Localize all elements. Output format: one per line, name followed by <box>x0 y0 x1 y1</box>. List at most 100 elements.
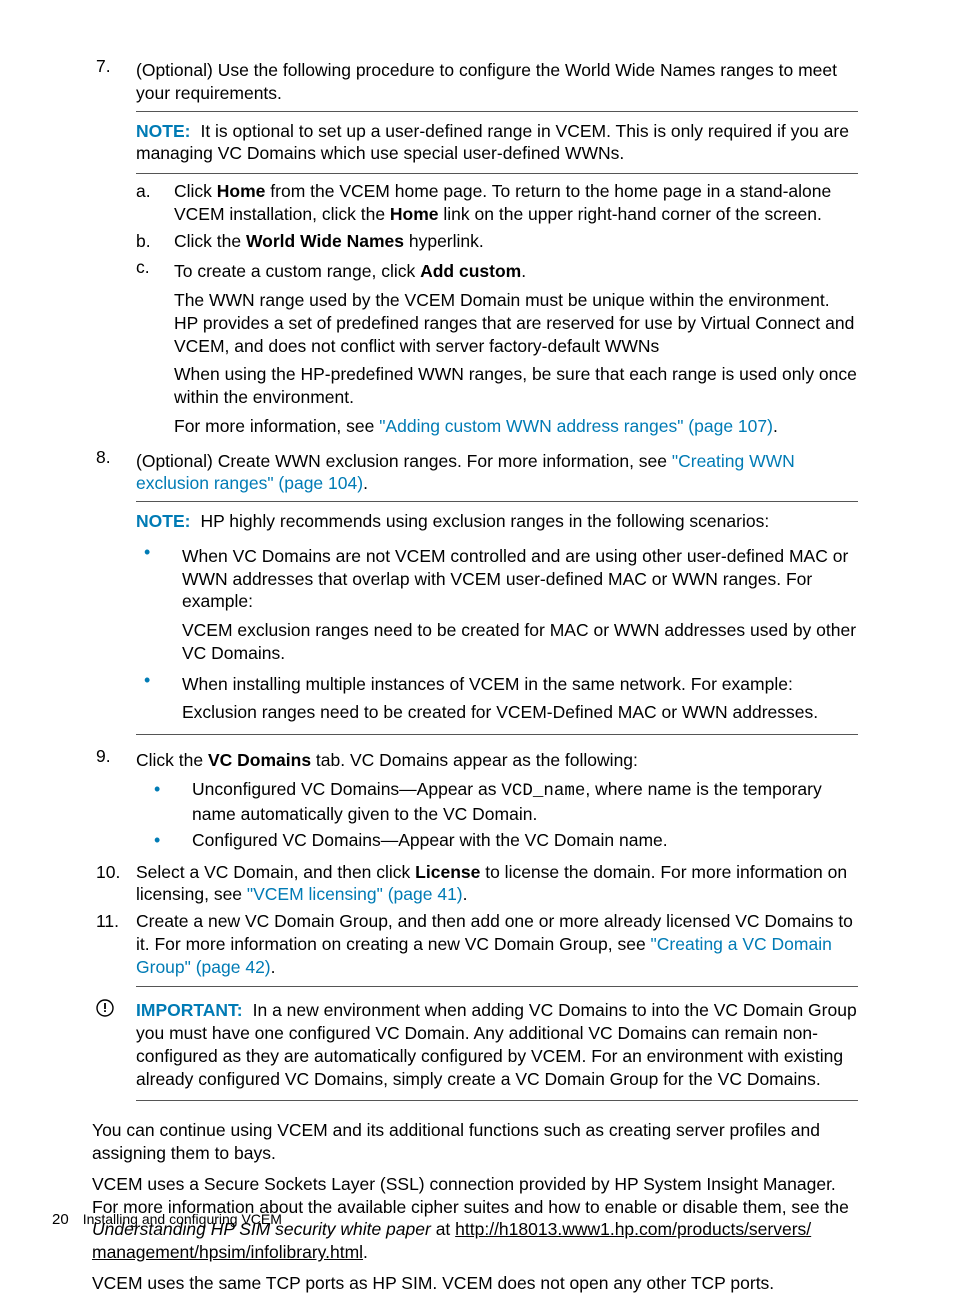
bullet-list: Unconfigured VC Domains—Appear as VCD_na… <box>146 778 858 853</box>
rule <box>136 111 858 112</box>
t: . <box>463 884 468 904</box>
list-item-7: 7. (Optional) Use the following procedur… <box>92 55 858 442</box>
bullet-item: When installing multiple instances of VC… <box>136 669 858 725</box>
link-url-2[interactable]: management/hpsim/infolibrary.html <box>92 1242 363 1262</box>
t: Select a VC Domain, and then click <box>136 862 415 882</box>
item-body: Create a new VC Domain Group, and then a… <box>136 910 858 993</box>
b: Home <box>217 181 266 201</box>
t: Unconfigured VC Domains—Appear as <box>192 779 501 799</box>
t: . <box>271 957 276 977</box>
bullet-item: Configured VC Domains—Appear with the VC… <box>146 829 858 852</box>
t: link on the upper right-hand corner of t… <box>439 204 822 224</box>
closing-p1: You can continue using VCEM and its addi… <box>92 1119 858 1165</box>
footer-title: Installing and configuring VCEM <box>83 1211 282 1227</box>
page-number: 20 <box>52 1211 69 1228</box>
sub-body: Click Home from the VCEM home page. To r… <box>174 180 858 226</box>
bullet-body: When VC Domains are not VCEM controlled … <box>182 541 858 665</box>
t: at <box>431 1219 455 1239</box>
t: . <box>363 473 368 493</box>
item-body: (Optional) Use the following procedure t… <box>136 55 858 442</box>
item-body: Click the VC Domains tab. VC Domains app… <box>136 745 858 857</box>
sub-item-a: a. Click Home from the VCEM home page. T… <box>136 180 858 226</box>
b: Home <box>390 204 439 224</box>
list-item-8: 8. (Optional) Create WWN exclusion range… <box>92 446 858 742</box>
t: . <box>363 1242 368 1262</box>
code: VCD_name <box>501 781 585 801</box>
bullet-list: When VC Domains are not VCEM controlled … <box>136 541 858 724</box>
item-number: 11. <box>92 910 136 993</box>
important-body: IMPORTANT:In a new environment when addi… <box>136 999 858 1107</box>
document-page: 7. (Optional) Use the following procedur… <box>0 0 954 1271</box>
page-footer: 20 Installing and configuring VCEM <box>52 1210 282 1230</box>
sub-body: To create a custom range, click Add cust… <box>174 256 858 437</box>
sub-body: Click the World Wide Names hyperlink. <box>174 230 858 253</box>
important-icon <box>92 999 136 1107</box>
t: tab. VC Domains appear as the following: <box>311 750 638 770</box>
important-block: IMPORTANT:In a new environment when addi… <box>92 999 858 1107</box>
link-url-1[interactable]: http://h18013.www1.hp.com/products/serve… <box>455 1219 811 1239</box>
note-block: NOTE:It is optional to set up a user-def… <box>136 120 858 166</box>
t: Click the <box>174 231 246 251</box>
paragraph: When VC Domains are not VCEM controlled … <box>182 545 858 613</box>
rule <box>136 173 858 174</box>
t: hyperlink. <box>404 231 484 251</box>
sub-letter: b. <box>136 230 174 253</box>
bullet-icon <box>146 829 192 852</box>
bullet-body: When installing multiple instances of VC… <box>182 669 858 725</box>
t: . <box>773 416 778 436</box>
bullet-body: Configured VC Domains—Appear with the VC… <box>192 829 858 852</box>
note-text: It is optional to set up a user-defined … <box>136 121 849 164</box>
rule <box>136 1100 858 1101</box>
important-text: In a new environment when adding VC Doma… <box>136 1000 857 1088</box>
b: License <box>415 862 480 882</box>
t: (Optional) Create WWN exclusion ranges. … <box>136 451 672 471</box>
item-8-text: (Optional) Create WWN exclusion ranges. … <box>136 450 858 496</box>
rule <box>136 734 858 735</box>
link-licensing[interactable]: "VCEM licensing" (page 41) <box>247 884 463 904</box>
bullet-icon <box>146 778 192 826</box>
sub-item-b: b. Click the World Wide Names hyperlink. <box>136 230 858 253</box>
t: Click the <box>136 750 208 770</box>
t: Click <box>174 181 217 201</box>
item-7-text: (Optional) Use the following procedure t… <box>136 59 858 105</box>
note-block: NOTE: HP highly recommends using exclusio… <box>136 510 858 533</box>
list-item-10: 10. Select a VC Domain, and then click L… <box>92 861 858 907</box>
item-number: 8. <box>92 446 136 742</box>
important-label: IMPORTANT: <box>136 1000 243 1020</box>
note-label: NOTE: <box>136 511 190 531</box>
paragraph: When using the HP-predefined WWN ranges,… <box>174 363 858 409</box>
rule <box>136 986 858 987</box>
list-item-11: 11. Create a new VC Domain Group, and th… <box>92 910 858 993</box>
sub-item-c: c. To create a custom range, click Add c… <box>136 256 858 437</box>
link-wwn-ranges[interactable]: "Adding custom WWN address ranges" (page… <box>379 416 773 436</box>
alpha-list: a. Click Home from the VCEM home page. T… <box>136 180 858 438</box>
item-9-text: Click the VC Domains tab. VC Domains app… <box>136 749 858 772</box>
item-number: 10. <box>92 861 136 907</box>
t: . <box>521 261 526 281</box>
t: To create a custom range, click <box>174 261 420 281</box>
paragraph: VCEM exclusion ranges need to be created… <box>182 619 858 665</box>
bullet-icon <box>136 669 182 725</box>
item-body: (Optional) Create WWN exclusion ranges. … <box>136 446 858 742</box>
rule <box>136 501 858 502</box>
item-body: Select a VC Domain, and then click Licen… <box>136 861 858 907</box>
sub-letter: c. <box>136 256 174 437</box>
list-item-9: 9. Click the VC Domains tab. VC Domains … <box>92 745 858 857</box>
note-label: NOTE: <box>136 121 190 141</box>
closing-p3: VCEM uses the same TCP ports as HP SIM. … <box>92 1272 858 1295</box>
b: Add custom <box>420 261 521 281</box>
sub-letter: a. <box>136 180 174 226</box>
bullet-icon <box>136 541 182 665</box>
bullet-item: Unconfigured VC Domains—Appear as VCD_na… <box>146 778 858 826</box>
b: VC Domains <box>208 750 311 770</box>
paragraph: For more information, see "Adding custom… <box>174 415 858 438</box>
paragraph: Exclusion ranges need to be created for … <box>182 701 858 724</box>
item-number: 9. <box>92 745 136 857</box>
note-text: HP highly recommends using exclusion ran… <box>200 511 769 531</box>
paragraph: When installing multiple instances of VC… <box>182 673 858 696</box>
paragraph: The WWN range used by the VCEM Domain mu… <box>174 289 858 357</box>
t: For more information, see <box>174 416 379 436</box>
item-number: 7. <box>92 55 136 442</box>
bullet-body: Unconfigured VC Domains—Appear as VCD_na… <box>192 778 858 826</box>
bullet-item: When VC Domains are not VCEM controlled … <box>136 541 858 665</box>
